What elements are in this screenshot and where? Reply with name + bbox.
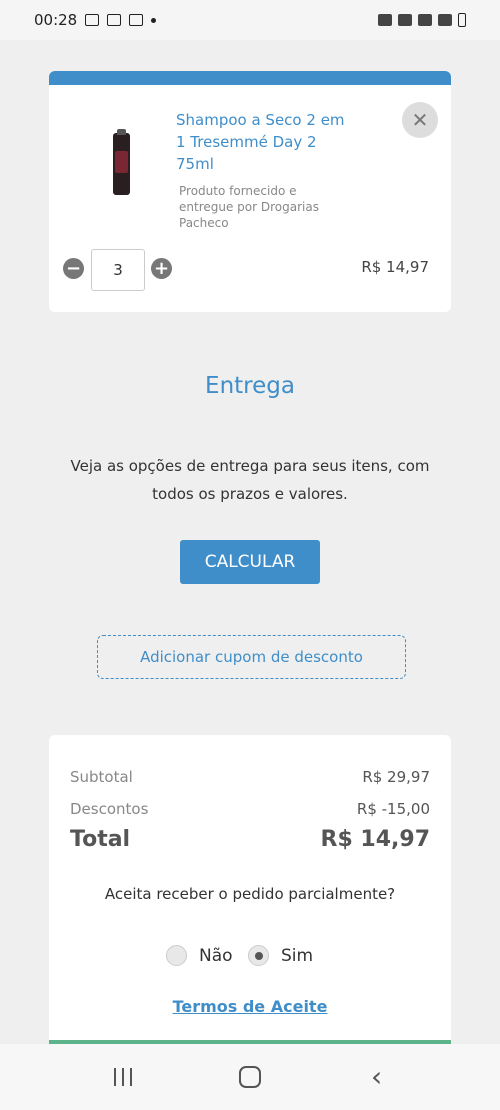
quantity-increase-button[interactable]: + — [151, 258, 172, 279]
system-nav-bar: ‹ — [0, 1044, 500, 1110]
wifi-icon — [418, 14, 432, 26]
status-right — [378, 13, 466, 27]
quantity-input[interactable]: 3 — [91, 249, 145, 291]
remove-item-button[interactable]: ✕ — [402, 102, 438, 138]
total-label: Total — [70, 827, 131, 852]
battery-icon — [458, 13, 466, 27]
gallery-icon — [85, 14, 100, 26]
product-price: R$ 14,97 — [361, 258, 429, 276]
status-time: 00:28 — [34, 11, 78, 29]
minus-icon: − — [65, 257, 82, 279]
recents-button[interactable] — [103, 1057, 143, 1097]
plus-icon: + — [153, 257, 170, 279]
back-icon: ‹ — [371, 1060, 383, 1093]
delivery-description: Veja as opções de entrega para seus iten… — [70, 457, 430, 503]
status-bar: 00:28 — [0, 0, 500, 40]
subtotal-label: Subtotal — [70, 768, 133, 786]
discount-value: R$ -15,00 — [356, 800, 430, 818]
home-button[interactable] — [230, 1057, 270, 1097]
add-coupon-button[interactable]: Adicionar cupom de desconto — [97, 635, 406, 679]
close-icon: ✕ — [411, 108, 429, 132]
quantity-decrease-button[interactable]: − — [63, 258, 84, 279]
cart-item-card: Shampoo a Seco 2 em 1 Tresemmé Day 2 75m… — [49, 71, 451, 312]
product-image[interactable] — [113, 129, 130, 195]
home-icon — [238, 1066, 261, 1088]
status-left: 00:28 — [34, 11, 157, 29]
back-button[interactable]: ‹ — [357, 1057, 397, 1097]
order-summary-card: Subtotal R$ 29,97 Descontos R$ -15,00 To… — [49, 735, 451, 1045]
subtotal-value: R$ 29,97 — [362, 768, 430, 786]
calendar-icon — [129, 14, 144, 26]
radio-label-sim: Sim — [281, 945, 314, 966]
radio-option-nao[interactable]: Não — [166, 945, 233, 966]
alarm-icon — [378, 14, 392, 26]
radio-button-sim[interactable] — [248, 945, 269, 966]
recents-icon — [114, 1068, 133, 1086]
partial-delivery-question: Aceita receber o pedido parcialmente? — [104, 885, 396, 903]
radio-option-sim[interactable]: Sim — [248, 945, 313, 966]
radio-button-nao[interactable] — [166, 945, 187, 966]
mute-icon — [398, 14, 412, 26]
more-notifications-icon — [151, 17, 157, 23]
total-value: R$ 14,97 — [320, 827, 431, 852]
discount-label: Descontos — [70, 800, 149, 818]
product-name-link[interactable]: Shampoo a Seco 2 em 1 Tresemmé Day 2 75m… — [176, 109, 346, 175]
signal-icon — [438, 14, 452, 26]
app-notification-icon — [107, 14, 122, 26]
product-seller: Produto fornecido e entregue por Drogari… — [179, 184, 319, 230]
radio-label-nao: Não — [199, 945, 233, 966]
delivery-title: Entrega — [205, 373, 295, 399]
card-accent-bar — [49, 71, 451, 85]
calculate-delivery-button[interactable]: CALCULAR — [180, 540, 320, 584]
terms-link[interactable]: Termos de Aceite — [49, 997, 451, 1016]
